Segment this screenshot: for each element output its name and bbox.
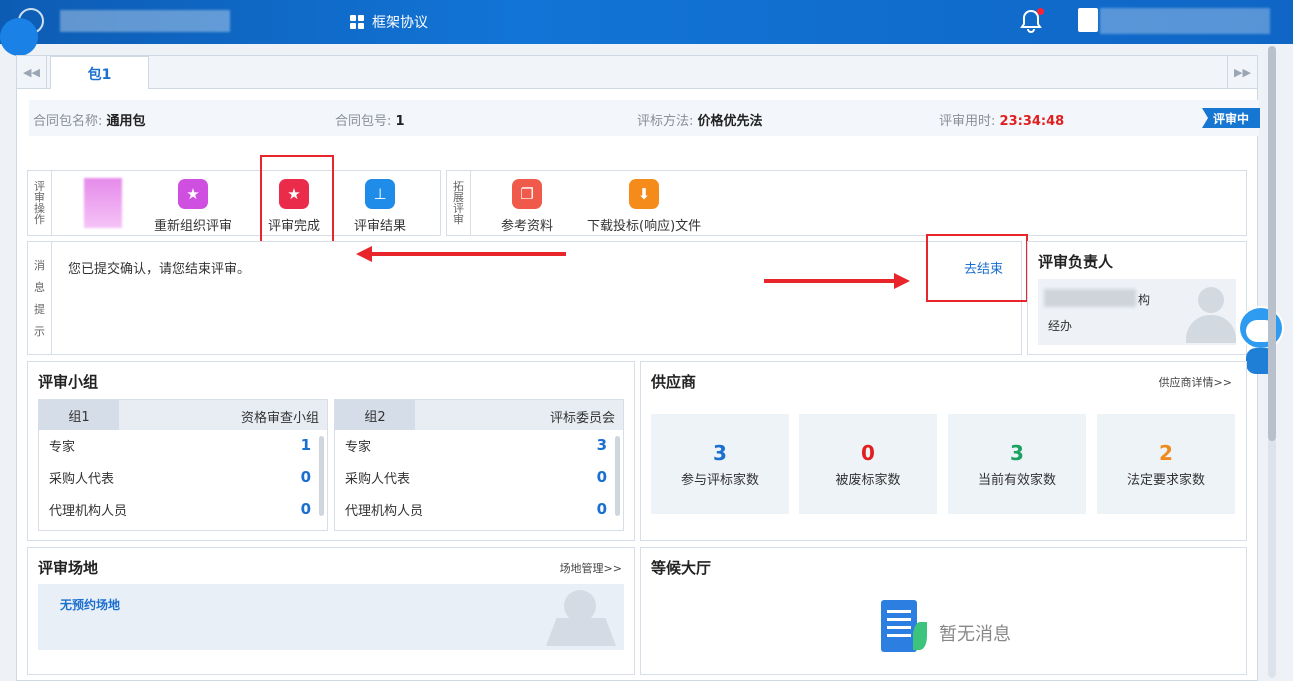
- table-row: 代理机构人员 0: [345, 500, 607, 519]
- app-title-redacted: [60, 10, 230, 32]
- review-group-title: 评审小组: [38, 373, 99, 391]
- tab-strip: ◀◀ 包1 ▶▶: [16, 55, 1258, 90]
- empty-document-icon: [881, 600, 927, 656]
- no-messages-text: 暂无消息: [939, 624, 1011, 645]
- nav-framework-agreement[interactable]: 框架协议: [350, 12, 428, 32]
- evaluation-method: 评标方法: 价格优先法: [637, 114, 763, 129]
- reorganize-review-button[interactable]: ★ 重新组织评审: [154, 179, 232, 234]
- group-card-1: 组1 资格审查小组 专家 1 采购人代表 0 代理机构人员 0: [38, 399, 328, 531]
- table-row: 采购人代表 0: [49, 468, 311, 487]
- scrollbar-thumb[interactable]: [1268, 46, 1276, 441]
- package-name: 合同包名称: 通用包: [33, 114, 146, 129]
- group-name: 组1: [39, 400, 119, 430]
- nav-label: 框架协议: [372, 15, 428, 31]
- review-operations-label: 评审操作: [28, 171, 52, 235]
- leader-org: 构: [1138, 293, 1151, 307]
- download-bid-file-button[interactable]: ⬇ 下载投标(响应)文件: [587, 179, 701, 234]
- no-venue-text: 无预约场地: [60, 598, 121, 612]
- venue-title: 评审场地: [38, 559, 99, 577]
- leader-role: 经办: [1048, 319, 1073, 333]
- leader-title: 评审负责人: [1038, 253, 1114, 271]
- extended-review-label: 拓展评审: [447, 171, 471, 235]
- group-name: 组2: [335, 400, 415, 430]
- group-type: 评标委员会: [549, 411, 615, 426]
- review-leader-panel: 评审负责人 构 经办: [1027, 241, 1247, 355]
- supplier-details-link[interactable]: 供应商详情>>: [1159, 374, 1232, 390]
- stat-valid: 3 当前有效家数: [948, 414, 1086, 514]
- grid-icon: [350, 15, 364, 29]
- message-box: 消息提示 您已提交确认，请您结束评审。 去结束: [27, 241, 1022, 355]
- package-number: 合同包号: 1: [335, 114, 405, 129]
- scrollbar[interactable]: [615, 436, 620, 516]
- floating-circle-button[interactable]: [0, 18, 38, 56]
- notification-dot: [1037, 8, 1044, 15]
- suppliers-title: 供应商: [651, 373, 697, 391]
- tab-scroll-right-icon[interactable]: ▶▶: [1227, 56, 1257, 88]
- stamp-icon: ⊥: [365, 179, 395, 209]
- package-info-row: 合同包名称: 通用包 合同包号: 1 评标方法: 价格优先法 评审用时: 23:…: [29, 100, 1259, 136]
- venue-panel: 评审场地 场地管理>> 无预约场地: [27, 547, 635, 675]
- table-row: 代理机构人员 0: [49, 500, 311, 519]
- table-row: 专家 3: [345, 436, 607, 455]
- group-card-2: 组2 评标委员会 专家 3 采购人代表 0 代理机构人员 0: [334, 399, 624, 531]
- review-group-panel: 评审小组 组1 资格审查小组 专家 1 采购人代表 0 代理机构人员 0 组2 评标委员会…: [27, 361, 635, 541]
- venue-list: 无预约场地: [38, 583, 624, 650]
- annotation-arrow-left: [356, 246, 566, 262]
- status-badge: 评审中: [1202, 108, 1260, 128]
- map-pin-icon: [546, 583, 616, 646]
- highlight-box: [926, 234, 1028, 302]
- download-icon: ⬇: [629, 179, 660, 209]
- scrollbar[interactable]: [319, 436, 324, 516]
- avatar-icon: [1186, 287, 1236, 343]
- page-scrollbar[interactable]: [1268, 46, 1276, 678]
- elapsed-time: 评审用时: 23:34:48: [939, 114, 1065, 129]
- stat-disqualified: 0 被废标家数: [799, 414, 937, 514]
- bell-icon[interactable]: [1018, 8, 1044, 34]
- redacted-thumbnail: [84, 178, 122, 228]
- venue-management-link[interactable]: 场地管理>>: [560, 560, 622, 576]
- top-bar: 框架协议: [0, 0, 1293, 44]
- user-name-redacted[interactable]: [1100, 8, 1270, 34]
- stat-participating: 3 参与评标家数: [651, 414, 789, 514]
- table-row: 采购人代表 0: [345, 468, 607, 487]
- waiting-lobby-panel: 等候大厅 暂无消息: [640, 547, 1247, 675]
- user-icon[interactable]: [1078, 8, 1098, 32]
- review-result-button[interactable]: ⊥ 评审结果: [354, 179, 406, 234]
- star-icon: ★: [178, 179, 208, 209]
- tab-scroll-left-icon[interactable]: ◀◀: [17, 56, 47, 88]
- suppliers-panel: 供应商 供应商详情>> 3 参与评标家数 0 被废标家数 3 当前有效家数 2 法定要求…: [640, 361, 1247, 541]
- copy-icon: ❐: [512, 179, 542, 209]
- leader-card: 构 经办: [1038, 279, 1236, 345]
- lobby-title: 等候大厅: [651, 559, 712, 577]
- extended-review: 拓展评审 ❐ 参考资料 ⬇ 下载投标(响应)文件: [446, 170, 1247, 236]
- stat-required: 2 法定要求家数: [1097, 414, 1235, 514]
- reference-materials-button[interactable]: ❐ 参考资料: [501, 179, 553, 234]
- annotation-arrow-right: [764, 273, 910, 289]
- message-text: 您已提交确认，请您结束评审。: [68, 262, 251, 277]
- message-label: 消息提示: [28, 242, 52, 354]
- leader-name-redacted: [1044, 289, 1136, 307]
- tab-package-1[interactable]: 包1: [50, 56, 149, 90]
- table-row: 专家 1: [49, 436, 311, 455]
- group-type: 资格审查小组: [240, 411, 319, 426]
